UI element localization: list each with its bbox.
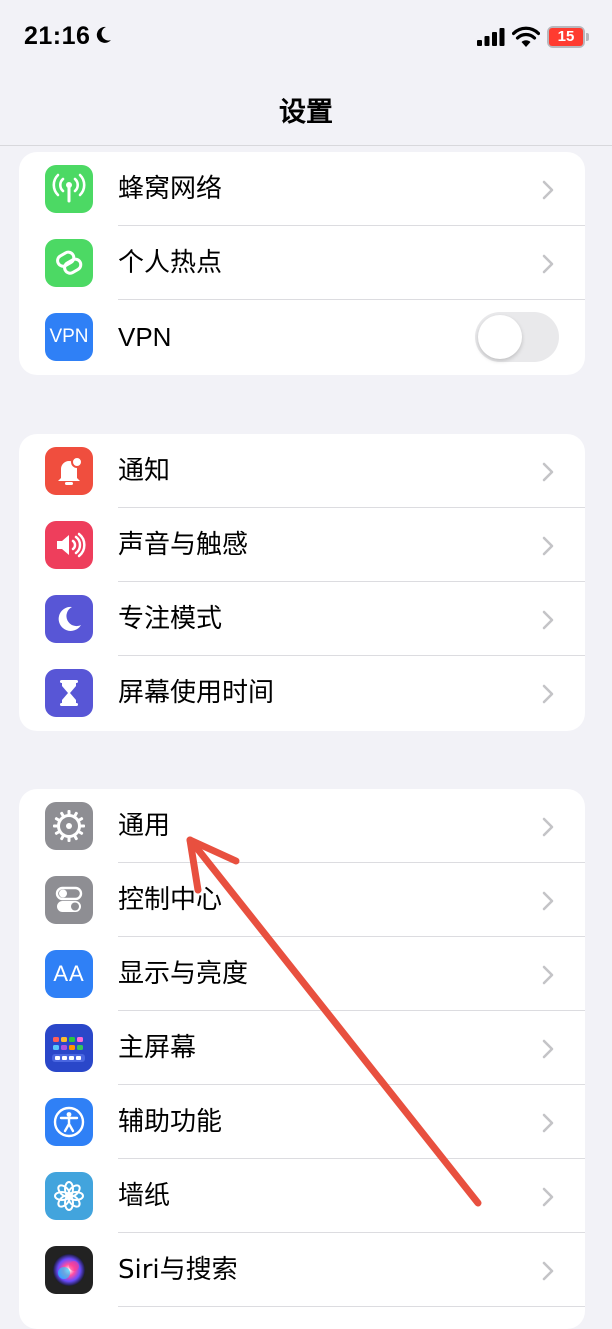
navigation-bar: 设置	[0, 76, 612, 146]
settings-row-cellular[interactable]: 蜂窝网络	[19, 152, 585, 226]
settings-row-label: VPN	[118, 322, 172, 352]
settings-row-label: 墙纸	[118, 1181, 171, 1211]
home-screen-grid-icon	[45, 1024, 93, 1072]
settings-row-hotspot[interactable]: 个人热点	[19, 226, 585, 300]
settings-group-connectivity: 蜂窝网络 个人热点 VPN VPN	[19, 152, 585, 375]
speaker-icon	[45, 521, 93, 569]
notification-bell-icon	[45, 447, 93, 495]
do-not-disturb-moon-icon	[96, 26, 111, 43]
settings-row-display[interactable]: AA 显示与亮度	[19, 937, 585, 1011]
chevron-right-icon	[542, 1187, 554, 1207]
hotspot-link-icon	[45, 239, 93, 287]
settings-row-wallpaper[interactable]: 墙纸	[19, 1159, 585, 1233]
chevron-right-icon	[542, 891, 554, 911]
chevron-right-icon	[542, 1113, 554, 1133]
text-size-icon-text: AA	[53, 961, 85, 986]
vpn-icon-text: VPN	[49, 326, 89, 347]
battery-icon: 15	[547, 26, 585, 48]
flower-icon	[45, 1172, 93, 1220]
chevron-right-icon	[542, 254, 554, 274]
chevron-right-icon	[542, 817, 554, 837]
settings-row-label: 通知	[118, 456, 171, 486]
settings-row-label: 蜂窝网络	[118, 174, 223, 204]
settings-row-label: 通用	[118, 811, 171, 841]
settings-row-label: 控制中心	[118, 885, 223, 915]
cellular-signal-icon	[477, 28, 505, 46]
settings-row-label: 辅助功能	[118, 1107, 223, 1137]
settings-row-label: 屏幕使用时间	[118, 678, 275, 708]
vpn-icon: VPN	[45, 313, 93, 361]
toggles-icon	[45, 876, 93, 924]
page-title: 设置	[279, 97, 333, 128]
settings-row-siri[interactable]: Siri与搜索	[19, 1233, 585, 1307]
chevron-right-icon	[542, 180, 554, 200]
settings-row-notifications[interactable]: 通知	[19, 434, 585, 508]
chevron-right-icon	[542, 965, 554, 985]
status-time: 21:16	[24, 22, 91, 50]
chevron-right-icon	[542, 1039, 554, 1059]
chevron-right-icon	[542, 536, 554, 556]
accessibility-icon	[45, 1098, 93, 1146]
moon-icon	[45, 595, 93, 643]
settings-group-alerts: 通知 声音与触感 专注模式 屏幕使用时间	[19, 434, 585, 731]
chevron-right-icon	[542, 610, 554, 630]
settings-row-home-screen[interactable]: 主屏幕	[19, 1011, 585, 1085]
wifi-icon	[512, 26, 540, 47]
settings-row-accessibility[interactable]: 辅助功能	[19, 1085, 585, 1159]
row-divider	[118, 1306, 585, 1307]
settings-row-label: 主屏幕	[118, 1033, 197, 1063]
settings-row-label: 显示与亮度	[118, 959, 249, 989]
settings-row-label: 专注模式	[118, 604, 223, 634]
chevron-right-icon	[542, 1261, 554, 1281]
toggle-knob	[478, 315, 522, 359]
cellular-antenna-icon	[45, 165, 93, 213]
battery-level: 15	[549, 28, 583, 46]
settings-row-sounds[interactable]: 声音与触感	[19, 508, 585, 582]
siri-icon	[45, 1246, 93, 1294]
gear-icon	[45, 802, 93, 850]
settings-row-screen-time[interactable]: 屏幕使用时间	[19, 656, 585, 730]
settings-row-label: Siri与搜索	[118, 1255, 238, 1285]
settings-group-system: 通用 控制中心 AA 显示与亮度 主屏幕 辅助功能 墙纸 Siri与搜索	[19, 789, 585, 1329]
settings-row-control-center[interactable]: 控制中心	[19, 863, 585, 937]
hourglass-icon	[45, 669, 93, 717]
battery-cap	[586, 33, 589, 41]
settings-row-label: 声音与触感	[118, 530, 249, 560]
text-size-icon: AA	[45, 950, 93, 998]
chevron-right-icon	[542, 684, 554, 704]
settings-row-label: 个人热点	[118, 248, 223, 278]
settings-row-vpn: VPN VPN	[19, 300, 585, 374]
status-bar: 21:16 15	[0, 0, 612, 76]
chevron-right-icon	[542, 462, 554, 482]
settings-row-general[interactable]: 通用	[19, 789, 585, 863]
vpn-toggle[interactable]	[475, 312, 559, 362]
settings-row-focus[interactable]: 专注模式	[19, 582, 585, 656]
